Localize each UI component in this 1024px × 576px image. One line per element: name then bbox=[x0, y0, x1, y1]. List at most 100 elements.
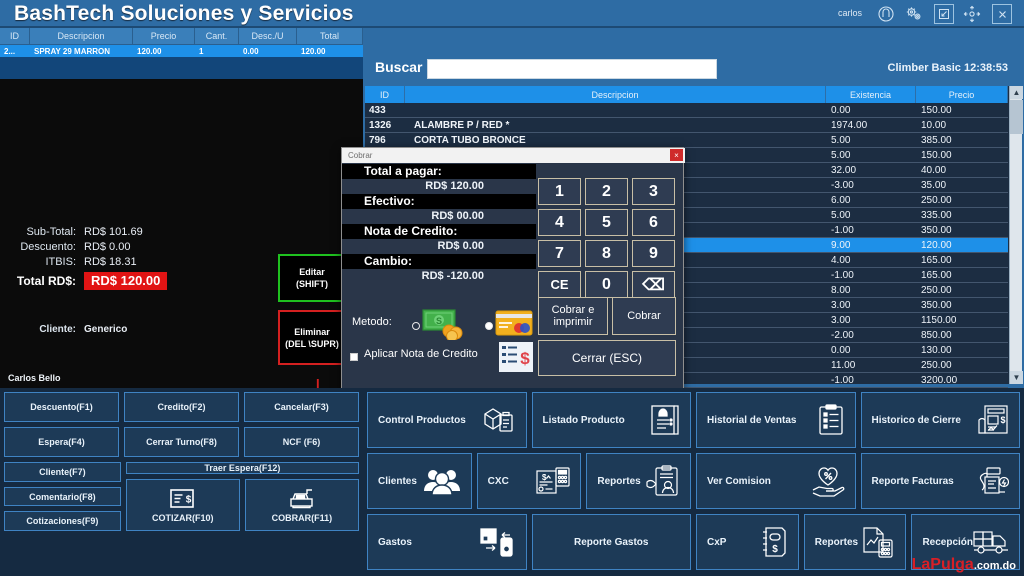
credito-button[interactable]: Credito(F2) bbox=[124, 392, 239, 422]
keypad-key-8[interactable]: 8 bbox=[585, 240, 628, 267]
metodo-efectivo-radio[interactable] bbox=[412, 322, 420, 330]
product-cell-precio: 120.00 bbox=[921, 239, 952, 251]
total-a-pagar-label: Total a pagar: bbox=[342, 164, 536, 179]
editar-button[interactable]: Editar (SHIFT) bbox=[278, 254, 346, 302]
keypad-key-6[interactable]: 6 bbox=[632, 209, 675, 236]
itbis-label: ITBIS: bbox=[45, 255, 76, 268]
amounts-block: Total a pagar: RD$ 120.00 Efectivo: RD$ … bbox=[342, 164, 536, 284]
cobrar-button[interactable]: Cobrar bbox=[612, 297, 676, 335]
keypad-key-4[interactable]: 4 bbox=[538, 209, 581, 236]
traer-espera-button[interactable]: Traer Espera(F12) bbox=[125, 462, 359, 474]
keypad-row: 123 bbox=[538, 178, 676, 205]
table-row[interactable]: 2... SPRAY 29 MARRON 120.00 1 0.00 120.0… bbox=[0, 45, 363, 57]
table-row[interactable]: 1326 ALAMBRE P / RED * 1974.00 10.00 bbox=[365, 118, 1008, 133]
cxp-tile[interactable]: CxP $ bbox=[696, 514, 799, 570]
reporte-gastos-tile[interactable]: Reporte Gastos bbox=[531, 514, 691, 570]
cerrar-turno-button[interactable]: Cerrar Turno(F8) bbox=[124, 427, 239, 457]
keypad-row: 456 bbox=[538, 209, 676, 236]
cxc-tile[interactable]: CXC $ bbox=[476, 453, 582, 509]
cart-col-total: Total bbox=[297, 28, 363, 44]
cliente-button[interactable]: Cliente(F7) bbox=[4, 462, 121, 482]
cash-register-icon bbox=[289, 488, 315, 510]
table-row[interactable]: 796 CORTA TUBO BRONCE 5.00 385.00 bbox=[365, 133, 1008, 148]
close-window-icon[interactable] bbox=[992, 4, 1012, 24]
product-cell-precio: 3200.00 bbox=[921, 374, 958, 386]
modal-title: Cobrar bbox=[348, 151, 373, 160]
cash-money-icon[interactable]: S bbox=[422, 308, 464, 345]
listado-producto-tile[interactable]: Listado Producto bbox=[531, 392, 691, 448]
cancelar-button[interactable]: Cancelar(F3) bbox=[244, 392, 359, 422]
scrollbar-thumb[interactable] bbox=[1010, 100, 1023, 134]
reportes-label: Reportes bbox=[597, 475, 641, 487]
ver-comision-tile[interactable]: Ver Comision bbox=[696, 453, 856, 509]
aplicar-nota-credito-checkbox[interactable] bbox=[350, 353, 358, 361]
product-cell-desc: ALAMBRE P / RED * bbox=[414, 119, 510, 131]
reportes-2-tile[interactable]: Reportes bbox=[803, 514, 907, 570]
credit-card-icon[interactable] bbox=[495, 310, 533, 341]
control-productos-tile[interactable]: Control Productos bbox=[367, 392, 527, 448]
historial-ventas-tile[interactable]: Historial de Ventas bbox=[696, 392, 856, 448]
metodo-tarjeta-radio[interactable] bbox=[485, 322, 493, 330]
product-cell-exist: 32.00 bbox=[831, 164, 857, 176]
cart-table-header: ID Descripcion Precio Cant. Desc./U Tota… bbox=[0, 28, 363, 45]
cart-col-descu: Desc./U bbox=[239, 28, 297, 44]
gears-icon[interactable] bbox=[904, 4, 924, 24]
cobrar-e-imprimir-button[interactable]: Cobrar e imprimir bbox=[538, 297, 608, 335]
modules-group-left: Control Productos Listado Producto Clien… bbox=[367, 392, 692, 575]
totals-block: Sub-Total: RD$ 101.69 Descuento: RD$ 0.0… bbox=[10, 224, 168, 290]
close-icon[interactable]: × bbox=[670, 149, 683, 161]
cart-cell-cant: 1 bbox=[199, 46, 204, 56]
modules-panel: Control Productos Listado Producto Clien… bbox=[363, 388, 1024, 576]
gastos-tile[interactable]: Gastos bbox=[367, 514, 527, 570]
historico-cierre-tile[interactable]: Historico de Cierre $ bbox=[860, 392, 1020, 448]
cerrar-esc-button[interactable]: Cerrar (ESC) bbox=[538, 340, 676, 376]
watermark-main: LaPulga bbox=[911, 556, 974, 573]
keypad-key-3[interactable]: 3 bbox=[632, 178, 675, 205]
reportes-tile[interactable]: Reportes bbox=[586, 453, 692, 509]
cotizar-button[interactable]: $ COTIZAR(F10) bbox=[125, 479, 240, 531]
svg-text:$: $ bbox=[542, 473, 547, 482]
product-cell-id: 796 bbox=[369, 134, 386, 146]
comentario-button[interactable]: Comentario(F8) bbox=[4, 486, 121, 507]
product-cell-precio: 350.00 bbox=[921, 299, 952, 311]
product-cell-precio: 335.00 bbox=[921, 209, 952, 221]
eliminar-label-line2: (DEL \SUPR) bbox=[285, 338, 339, 349]
move-window-icon[interactable] bbox=[962, 4, 982, 24]
ncf-button[interactable]: NCF (F6) bbox=[244, 427, 359, 457]
total-label: Total RD$: bbox=[16, 273, 76, 288]
restore-window-icon[interactable] bbox=[934, 4, 954, 24]
keypad-key-5[interactable]: 5 bbox=[585, 209, 628, 236]
svg-text:$: $ bbox=[520, 349, 530, 368]
scroll-down-icon[interactable]: ▼ bbox=[1010, 371, 1023, 384]
scroll-up-icon[interactable]: ▲ bbox=[1010, 86, 1023, 99]
keypad-key-1[interactable]: 1 bbox=[538, 178, 581, 205]
keypad-key-7[interactable]: 7 bbox=[538, 240, 581, 267]
espera-button[interactable]: Espera(F4) bbox=[4, 427, 119, 457]
keypad-key-[interactable]: ⌫ bbox=[632, 271, 675, 298]
cambio-label: Cambio: bbox=[342, 254, 536, 269]
search-input[interactable] bbox=[427, 59, 717, 79]
user-circle-icon[interactable] bbox=[876, 4, 896, 24]
product-col-exist: Existencia bbox=[826, 86, 916, 103]
reporte-facturas-tile[interactable]: Reporte Facturas bbox=[860, 453, 1020, 509]
product-cell-exist: 0.00 bbox=[831, 344, 851, 356]
table-row[interactable]: 433 0.00 150.00 bbox=[365, 103, 1008, 118]
eliminar-button[interactable]: Eliminar (DEL \SUPR) bbox=[278, 310, 346, 365]
cotizaciones-button[interactable]: Cotizaciones(F9) bbox=[4, 511, 121, 532]
product-table-scrollbar[interactable]: ▲ ▼ bbox=[1009, 86, 1023, 384]
cobrar-f11-button[interactable]: COBRAR(F11) bbox=[244, 479, 360, 531]
keypad-key-2[interactable]: 2 bbox=[585, 178, 628, 205]
cobrar-modal: Cobrar × Total a pagar: RD$ 120.00 Efect… bbox=[341, 147, 685, 444]
product-cell-precio: 150.00 bbox=[921, 149, 952, 161]
keypad-key-0[interactable]: 0 bbox=[585, 271, 628, 298]
product-cell-precio: 40.00 bbox=[921, 164, 947, 176]
descuento-button[interactable]: Descuento(F1) bbox=[4, 392, 119, 422]
product-cell-precio: 250.00 bbox=[921, 359, 952, 371]
svg-text:$: $ bbox=[185, 494, 191, 505]
clientes-tile[interactable]: Clientes bbox=[367, 453, 472, 509]
total-line: Total RD$: RD$ 120.00 bbox=[10, 271, 168, 290]
credit-note-icon[interactable]: $ bbox=[499, 342, 533, 377]
book-list-icon bbox=[650, 404, 680, 436]
keypad-key-ce[interactable]: CE bbox=[538, 271, 581, 298]
keypad-key-9[interactable]: 9 bbox=[632, 240, 675, 267]
